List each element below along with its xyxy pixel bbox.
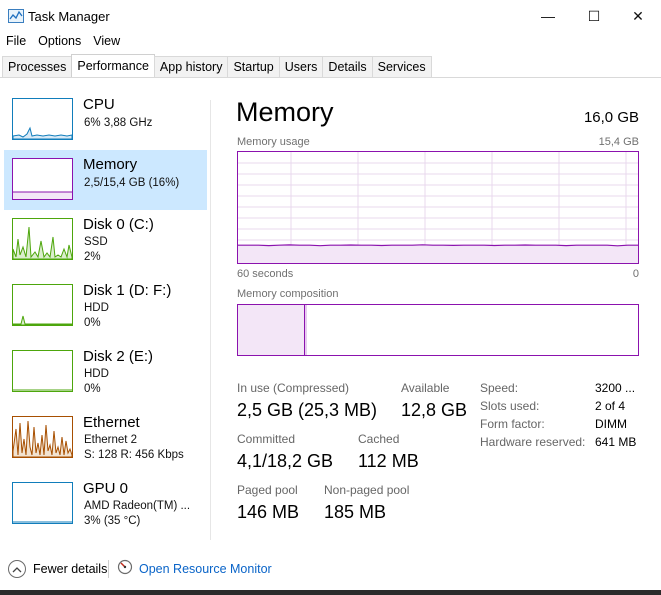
gpu-thumbnail-graph: [12, 482, 73, 524]
sidebar-divider: [210, 100, 211, 540]
sidebar-disk2-title: Disk 2 (E:): [83, 348, 154, 365]
sidebar-disk0-type: SSD: [84, 236, 108, 248]
memory-usage-max: 15,4 GB: [598, 136, 639, 148]
sidebar-cpu-detail: 6% 3,88 GHz: [84, 117, 153, 129]
sidebar-item-cpu[interactable]: CPU 6% 3,88 GHz: [4, 90, 207, 150]
sidebar-disk2-type: HDD: [84, 368, 109, 380]
ethernet-thumbnail-graph: [12, 416, 73, 458]
tab-performance[interactable]: Performance: [71, 54, 155, 77]
composition-in-use-segment: [238, 305, 304, 355]
slots-used-value: 2 of 4: [595, 399, 626, 413]
sidebar-gpu-title: GPU 0: [83, 480, 129, 497]
graph-time-end: 0: [632, 268, 639, 280]
close-button[interactable]: ✕: [615, 0, 661, 32]
sidebar-memory-title: Memory: [83, 156, 138, 173]
memory-usage-graph: [237, 151, 639, 264]
memory-composition-label: Memory composition: [237, 288, 339, 300]
title-bar: Task Manager — ☐ ✕: [0, 0, 661, 32]
memory-total: 16,0 GB: [583, 109, 639, 126]
sidebar-item-ethernet[interactable]: Ethernet Ethernet 2 S: 128 R: 456 Kbps: [4, 408, 207, 468]
tab-processes[interactable]: Processes: [2, 56, 73, 77]
page-title: Memory: [236, 97, 334, 127]
memory-usage-line: [238, 244, 638, 247]
cpu-thumbnail-graph: [12, 98, 73, 140]
sidebar-item-disk1[interactable]: Disk 1 (D: F:) HDD 0%: [4, 276, 207, 336]
sidebar-disk1-usage: 0%: [84, 317, 101, 329]
disk0-thumbnail-graph: [12, 218, 73, 260]
non-paged-pool-label: Non-paged pool: [324, 483, 410, 497]
paged-pool-label: Paged pool: [237, 483, 298, 497]
disk2-thumbnail-graph: [12, 350, 73, 392]
sidebar-item-disk2[interactable]: Disk 2 (E:) HDD 0%: [4, 342, 207, 402]
window-title: Task Manager: [28, 9, 110, 24]
paged-pool-value: 146 MB: [237, 502, 300, 522]
speed-label: Speed:: [480, 381, 519, 395]
composition-modified-segment: [305, 305, 307, 355]
minimize-button[interactable]: —: [525, 0, 571, 32]
tab-details[interactable]: Details: [322, 56, 373, 77]
close-icon: ✕: [632, 7, 644, 24]
sidebar-item-disk0[interactable]: Disk 0 (C:) SSD 2%: [4, 210, 207, 270]
form-factor-value: DIMM: [595, 417, 627, 431]
memory-thumbnail-graph: [12, 158, 73, 200]
sidebar-ethernet-adapter: Ethernet 2: [84, 434, 138, 446]
memory-usage-label: Memory usage: [237, 136, 310, 148]
sidebar-gpu-name: AMD Radeon(TM) ...: [84, 500, 191, 512]
hardware-reserved-value: 641 MB: [595, 435, 637, 449]
task-manager-icon: [8, 9, 24, 23]
committed-label: Committed: [237, 432, 296, 446]
graph-time-start: 60 seconds: [237, 268, 294, 280]
tab-users[interactable]: Users: [278, 56, 324, 77]
menu-file[interactable]: File: [0, 32, 32, 54]
tab-services[interactable]: Services: [371, 56, 432, 77]
speed-value: 3200 ...: [595, 381, 636, 395]
committed-value: 4,1/18,2 GB: [237, 451, 334, 471]
tab-app-history[interactable]: App history: [153, 56, 229, 77]
sidebar-ethernet-title: Ethernet: [83, 414, 140, 431]
resource-monitor-icon: [117, 559, 133, 575]
sidebar-item-memory[interactable]: Memory 2,5/15,4 GB (16%): [4, 150, 207, 210]
tab-startup[interactable]: Startup: [227, 56, 280, 77]
sidebar-memory-detail: 2,5/15,4 GB (16%): [84, 177, 180, 189]
non-paged-pool-value: 185 MB: [324, 502, 387, 522]
fewer-details-link[interactable]: Fewer details: [33, 562, 107, 576]
cached-label: Cached: [358, 432, 400, 446]
chevron-up-icon: [12, 566, 22, 572]
available-label: Available: [401, 381, 450, 395]
cached-value: 112 MB: [358, 451, 419, 471]
footer-divider: [108, 560, 109, 578]
sidebar-disk0-title: Disk 0 (C:): [83, 216, 154, 233]
memory-composition-graph: [237, 304, 639, 356]
menu-view[interactable]: View: [87, 32, 126, 54]
memory-usage-area: [238, 244, 638, 263]
sidebar-disk0-usage: 2%: [84, 251, 101, 263]
maximize-icon: ☐: [587, 7, 601, 24]
sidebar-ethernet-throughput: S: 128 R: 456 Kbps: [84, 449, 184, 461]
in-use-value: 2,5 GB (25,3 MB): [237, 400, 378, 420]
slots-used-label: Slots used:: [480, 399, 540, 413]
maximize-button[interactable]: ☐: [571, 0, 617, 32]
sidebar-gpu-usage: 3% (35 °C): [84, 515, 141, 527]
form-factor-label: Form factor:: [480, 417, 545, 431]
tab-divider: [0, 77, 661, 78]
window-bottom-edge: [0, 590, 661, 595]
menu-bar: File Options View: [0, 32, 126, 54]
sidebar-disk2-usage: 0%: [84, 383, 101, 395]
disk1-thumbnail-graph: [12, 284, 73, 326]
available-value: 12,8 GB: [401, 400, 468, 420]
open-resource-monitor-link[interactable]: Open Resource Monitor: [139, 562, 272, 576]
sidebar-item-gpu0[interactable]: GPU 0 AMD Radeon(TM) ... 3% (35 °C): [4, 474, 207, 534]
menu-options[interactable]: Options: [32, 32, 87, 54]
sidebar-cpu-title: CPU: [83, 96, 115, 113]
tab-strip: Processes Performance App history Startu…: [2, 54, 432, 77]
hardware-reserved-label: Hardware reserved:: [480, 435, 586, 449]
sidebar-disk1-type: HDD: [84, 302, 109, 314]
minimize-icon: —: [541, 8, 555, 24]
sidebar-disk1-title: Disk 1 (D: F:): [83, 282, 172, 299]
fewer-details-button[interactable]: [8, 560, 26, 578]
in-use-label: In use (Compressed): [237, 381, 350, 395]
